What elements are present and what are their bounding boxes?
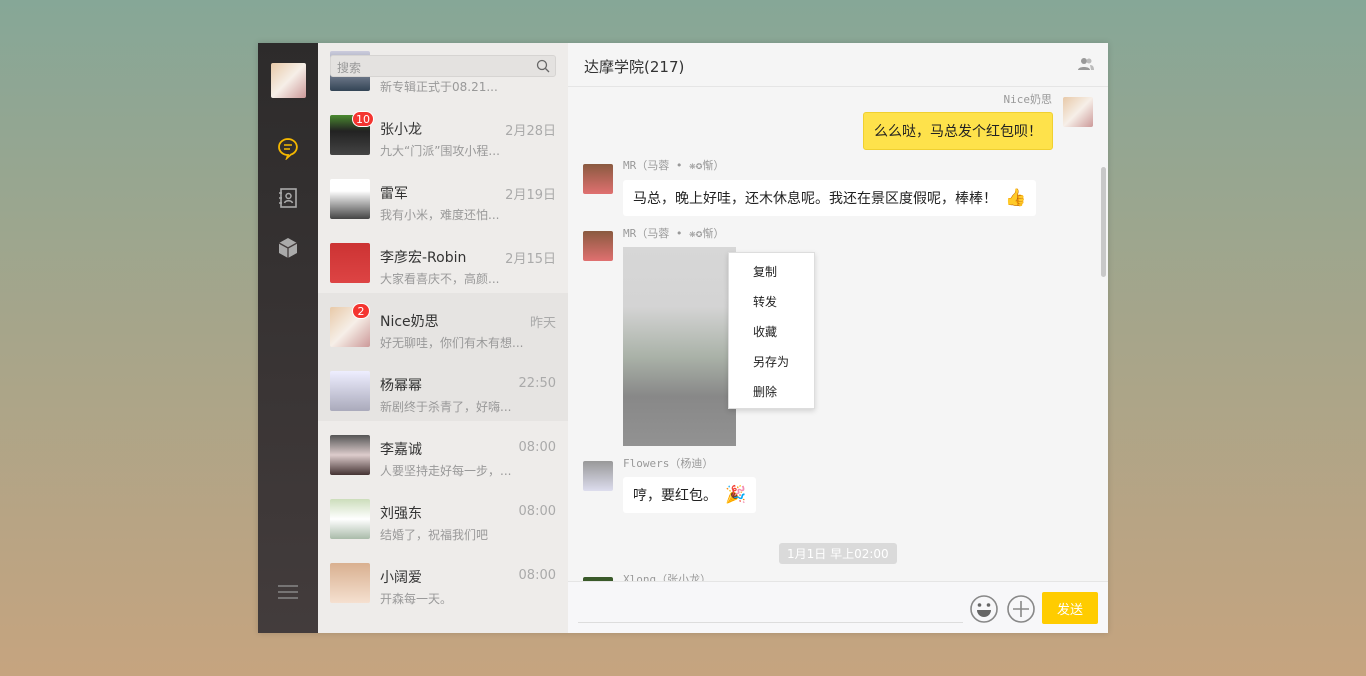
avatar: [1063, 97, 1093, 127]
avatar: [583, 164, 613, 194]
chat-list-item[interactable]: 杨幂幂 22:50 新剧终于杀青了，好嗨...: [318, 357, 568, 421]
context-menu-item[interactable]: 收藏: [729, 318, 814, 348]
chat-time: 2月19日: [505, 188, 556, 203]
context-menu-item[interactable]: 转发: [729, 288, 814, 318]
sidebar: [258, 43, 318, 633]
chat-time: 08:00: [518, 568, 556, 583]
plus-icon[interactable]: [1006, 594, 1036, 624]
avatar: [583, 461, 613, 491]
chat-time: 2月15日: [505, 252, 556, 267]
avatar: [330, 499, 370, 539]
chat-list-item[interactable]: 雷军 2月19日 我有小米，难度还怕...: [318, 165, 568, 229]
scrollbar[interactable]: [1101, 167, 1106, 277]
search-input[interactable]: 搜索: [330, 55, 556, 77]
chat-list-item[interactable]: 刘强东 08:00 结婚了，祝福我们吧: [318, 485, 568, 549]
chat-name: Nice奶思: [380, 314, 439, 330]
chat-time: 昨天: [529, 316, 556, 331]
chat-list: 搜索 新专辑正式于08.21... 10 张小龙 2月28日 九大“门派”围攻小程...…: [318, 43, 568, 633]
send-button[interactable]: 发送: [1042, 592, 1098, 624]
chat-name: 雷军: [380, 186, 408, 202]
chat-preview: 大家看喜庆不，高颜...: [380, 272, 500, 286]
chat-name: 李嘉诚: [380, 442, 422, 458]
chat-name: 张小龙: [380, 122, 422, 138]
chat-list-item[interactable]: 李嘉诚 08:00 人要坚持走好每一步，...: [318, 421, 568, 485]
chat-preview: 开森每一天。: [380, 592, 453, 606]
emoji-icon[interactable]: [969, 594, 999, 624]
image-message[interactable]: [623, 247, 736, 446]
chat-time: 08:00: [518, 440, 556, 455]
input-area: 发送: [568, 581, 1108, 633]
avatar: [330, 563, 370, 603]
message-bubble[interactable]: 马总，晚上好哇，还木休息呢。我还在景区度假呢，棒棒！ 👍: [623, 180, 1037, 216]
avatar: [330, 243, 370, 283]
chat-preview: 好无聊哇，你们有木有想...: [380, 336, 524, 350]
chat-preview: 人要坚持走好每一步，...: [380, 464, 512, 478]
message-area: Nice奶思 么么哒，马总发个红包呗！ MR（马蓉 • ❋✪惭） 马总，晚上好哇…: [568, 87, 1108, 581]
party-icon: 🎉: [725, 485, 747, 505]
message-input[interactable]: [578, 583, 963, 623]
message-bubble[interactable]: 哼，要红包。 🎉: [623, 477, 757, 513]
chat-list-item[interactable]: 李彦宏-Robin 2月15日 大家看喜庆不，高颜...: [318, 229, 568, 293]
unread-badge: 10: [352, 111, 374, 127]
avatar: [583, 231, 613, 261]
chat-icon[interactable]: [276, 136, 300, 160]
thumbs-up-icon: 👍: [1005, 188, 1027, 208]
chat-list-item[interactable]: 小阔爱 08:00 开森每一天。: [318, 549, 568, 613]
chat-name: 小阔爱: [380, 570, 422, 586]
search-icon[interactable]: [536, 59, 550, 73]
group-members-icon[interactable]: [1078, 57, 1094, 71]
message-bubble[interactable]: 么么哒，马总发个红包呗！: [863, 112, 1053, 150]
menu-icon[interactable]: [276, 580, 300, 604]
chat-name: 刘强东: [380, 506, 422, 522]
user-avatar[interactable]: [271, 63, 306, 98]
chat-preview: 新剧终于杀青了，好嗨...: [380, 400, 512, 414]
chat-preview: 结婚了，祝福我们吧: [380, 528, 489, 542]
wechat-window: 搜索 新专辑正式于08.21... 10 张小龙 2月28日 九大“门派”围攻小程...…: [258, 43, 1108, 633]
context-menu: 复制 转发 收藏 另存为 删除: [728, 252, 815, 409]
contacts-icon[interactable]: [276, 186, 300, 210]
context-menu-item[interactable]: 删除: [729, 378, 814, 408]
chat-list-item[interactable]: 10 张小龙 2月28日 九大“门派”围攻小程...: [318, 101, 568, 165]
context-menu-item[interactable]: 另存为: [729, 348, 814, 378]
timestamp: 1月1日 早上02:00: [779, 543, 897, 564]
chat-preview: 九大“门派”围攻小程...: [380, 144, 500, 158]
avatar: [330, 435, 370, 475]
unread-badge: 2: [352, 303, 370, 319]
chat-name: 杨幂幂: [380, 378, 422, 394]
chat-panel: 达摩学院(217) Nice奶思 么么哒，马总发个红包呗！ MR（马蓉 • ❋✪…: [568, 43, 1108, 633]
chat-header: 达摩学院(217): [568, 43, 1108, 87]
avatar: [330, 179, 370, 219]
chat-time: 2月28日: [505, 124, 556, 139]
box-icon[interactable]: [276, 236, 300, 260]
context-menu-item[interactable]: 复制: [729, 258, 814, 288]
chat-preview: 我有小米，难度还怕...: [380, 208, 500, 222]
group-title: 达摩学院(217): [584, 58, 685, 76]
chat-list-item[interactable]: 2 Nice奶思 昨天 好无聊哇，你们有木有想...: [318, 293, 568, 357]
chat-time: 08:00: [518, 504, 556, 519]
chat-preview: 新专辑正式于08.21...: [380, 80, 498, 94]
chat-time: 22:50: [518, 376, 556, 391]
chat-name: 李彦宏-Robin: [380, 250, 467, 266]
avatar: [330, 371, 370, 411]
